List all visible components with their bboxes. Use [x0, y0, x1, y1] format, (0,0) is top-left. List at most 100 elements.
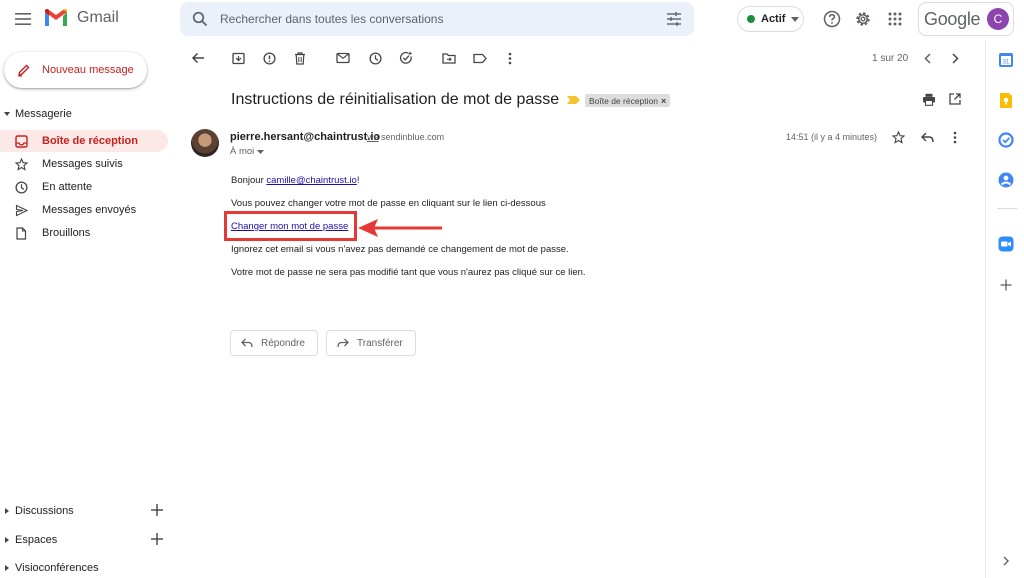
back-arrow-icon[interactable]: [190, 50, 206, 66]
forward-button[interactable]: Transférer: [326, 330, 416, 356]
message-timestamp: 14:51 (il y a 4 minutes): [786, 132, 878, 142]
send-icon: [14, 203, 28, 217]
apps-grid-icon[interactable]: [885, 9, 905, 29]
sidebar-item-inbox[interactable]: Boîte de réception: [0, 130, 168, 152]
more-vertical-icon[interactable]: [502, 50, 518, 66]
sidebar-item-drafts[interactable]: Brouillons: [0, 222, 168, 244]
sidebar-section-spaces[interactable]: Espaces: [0, 531, 180, 551]
archive-icon[interactable]: [230, 50, 246, 66]
gmail-logo[interactable]: Gmail: [43, 8, 119, 28]
sidebar-item-label: En attente: [42, 181, 93, 193]
recipient-email-link[interactable]: camille@chaintrust.io: [266, 175, 356, 186]
snooze-clock-icon[interactable]: [367, 50, 383, 66]
add-discussion-icon[interactable]: [150, 503, 164, 517]
caret-down-icon: [4, 112, 10, 116]
app-name: Gmail: [77, 9, 119, 26]
gmail-m-icon: [45, 9, 67, 26]
email-subject: Instructions de réinitialisation de mot …: [231, 91, 560, 108]
mark-unread-icon[interactable]: [335, 50, 351, 66]
body-instruction: Vous pouvez changer votre mot de passe e…: [231, 198, 546, 209]
compose-label: Nouveau message: [42, 64, 134, 76]
sidebar-item-label: Brouillons: [42, 227, 91, 239]
sidebar-section-label: Visioconférences: [15, 562, 99, 574]
top-bar: Gmail Rechercher dans toutes les convers…: [0, 0, 1024, 40]
reply-icon[interactable]: [919, 129, 935, 145]
sidebar-item-label: Boîte de réception: [42, 135, 138, 147]
side-panel-divider: [985, 40, 986, 578]
contacts-app-icon[interactable]: [997, 171, 1015, 189]
calendar-app-icon[interactable]: 31: [997, 51, 1015, 69]
add-task-icon[interactable]: [398, 50, 414, 66]
account-avatar: C: [987, 8, 1009, 30]
forward-icon: [337, 338, 349, 348]
greeting-suffix: !: [356, 175, 360, 186]
move-to-folder-icon[interactable]: [441, 50, 457, 66]
star-message-icon[interactable]: [890, 129, 906, 145]
open-new-window-icon[interactable]: [947, 91, 963, 107]
via-word[interactable]: via: [367, 132, 379, 142]
reply-icon: [241, 338, 253, 348]
reply-label: Répondre: [261, 337, 305, 349]
sidebar-item-sent[interactable]: Messages envoyés: [0, 199, 168, 221]
sidebar-section-discussions[interactable]: Discussions: [0, 502, 180, 522]
caret-right-icon: [5, 565, 9, 571]
google-account-button[interactable]: Google C: [918, 2, 1014, 36]
sidebar-item-label: Messages suivis: [42, 158, 123, 170]
annotation-highlight-box: [224, 211, 357, 241]
next-chevron-icon[interactable]: [947, 50, 963, 66]
settings-gear-icon[interactable]: [853, 9, 873, 29]
message-more-icon[interactable]: [947, 129, 963, 145]
recipient-label: À moi: [230, 146, 255, 157]
compose-button[interactable]: Nouveau message: [4, 52, 147, 88]
via-line: via sendinblue.com: [367, 132, 444, 142]
body-unchanged-note: Votre mot de passe ne sera pas modifié t…: [231, 267, 586, 278]
sender-avatar[interactable]: [191, 129, 219, 157]
sender-email[interactable]: pierre.hersant@chaintrust.io: [230, 131, 380, 143]
search-input[interactable]: Rechercher dans toutes les conversations: [220, 12, 443, 26]
status-dropdown[interactable]: Actif: [737, 6, 804, 32]
zoom-app-icon[interactable]: [997, 235, 1015, 253]
sidebar-item-snoozed[interactable]: En attente: [0, 176, 168, 198]
delete-trash-icon[interactable]: [292, 50, 308, 66]
add-space-icon[interactable]: [150, 532, 164, 546]
pagination-count: 1 sur 20: [872, 53, 909, 64]
greeting-prefix: Bonjour: [231, 175, 267, 186]
label-chip-text: Boîte de réception: [589, 95, 658, 106]
svg-text:31: 31: [1003, 60, 1010, 66]
expand-panel-chevron-icon[interactable]: [997, 552, 1015, 570]
label-tag-icon[interactable]: [472, 50, 488, 66]
search-options-icon[interactable]: [666, 11, 682, 27]
search-bar[interactable]: Rechercher dans toutes les conversations: [180, 2, 694, 36]
annotation-arrow-icon: [358, 219, 442, 237]
recipient-details-toggle[interactable]: À moi: [230, 146, 265, 157]
inbox-label-chip: Boîte de réception ×: [585, 94, 671, 107]
remove-label-icon[interactable]: ×: [661, 96, 666, 106]
importance-marker-icon[interactable]: [567, 96, 580, 104]
sidebar-section-meetings[interactable]: Visioconférences: [0, 559, 180, 578]
sidebar-section-label: Espaces: [15, 534, 58, 546]
tasks-app-icon[interactable]: [997, 131, 1015, 149]
mail-section-title: Messagerie: [15, 108, 72, 120]
main-menu-icon[interactable]: [12, 8, 34, 30]
add-app-plus-icon[interactable]: [997, 276, 1015, 294]
sidebar-item-starred[interactable]: Messages suivis: [0, 153, 168, 175]
side-panel-separator: [997, 208, 1017, 209]
forward-label: Transférer: [357, 337, 403, 349]
inbox-icon: [14, 134, 28, 148]
caret-right-icon: [5, 537, 9, 543]
search-icon[interactable]: [192, 11, 208, 27]
google-wordmark: Google: [924, 8, 981, 29]
clock-icon: [14, 180, 28, 194]
help-icon[interactable]: [822, 9, 842, 29]
greeting-line: Bonjour camille@chaintrust.io!: [231, 175, 359, 186]
print-icon[interactable]: [921, 91, 937, 107]
caret-right-icon: [5, 508, 9, 514]
status-label: Actif: [761, 13, 786, 25]
caret-down-icon: [257, 149, 265, 154]
reply-button[interactable]: Répondre: [230, 330, 318, 356]
keep-app-icon[interactable]: [997, 91, 1015, 109]
previous-chevron-icon[interactable]: [919, 50, 935, 66]
report-spam-icon[interactable]: [261, 50, 277, 66]
draft-icon: [14, 226, 28, 240]
via-domain: sendinblue.com: [381, 132, 445, 142]
